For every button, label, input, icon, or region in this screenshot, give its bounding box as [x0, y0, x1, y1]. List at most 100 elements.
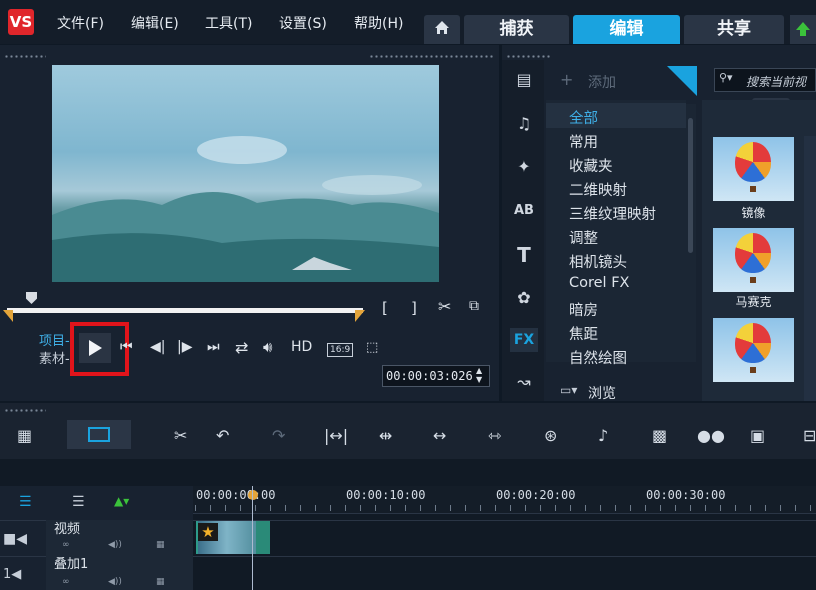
- category-item[interactable]: 暗房: [569, 299, 598, 320]
- timecode-stepper[interactable]: ▲ ▼: [476, 366, 482, 384]
- hd-preview-button[interactable]: HD: [291, 339, 312, 355]
- chapter-marker-icon[interactable]: ▲▾: [114, 494, 129, 508]
- category-scroll-thumb[interactable]: [688, 118, 693, 253]
- timeline-grip[interactable]: [4, 409, 46, 412]
- undo-icon[interactable]: ↶: [216, 426, 229, 445]
- resize-clip-icon[interactable]: ⇿: [488, 426, 501, 445]
- multicam-icon[interactable]: ●●: [697, 426, 725, 445]
- add-icon[interactable]: +: [560, 70, 573, 89]
- browse-icon[interactable]: ▭▾: [560, 383, 577, 397]
- add-track-icon[interactable]: ☰: [72, 494, 85, 510]
- ruler-label: 00:00:00:00: [196, 488, 276, 502]
- panel-grip[interactable]: [4, 55, 46, 58]
- menu-help[interactable]: 帮助(H): [354, 13, 403, 33]
- more-icon[interactable]: ⊟: [803, 426, 816, 445]
- playhead-handle[interactable]: [248, 490, 258, 500]
- record-icon[interactable]: ⊛: [544, 426, 557, 445]
- category-item[interactable]: 焦距: [569, 323, 598, 344]
- search-input[interactable]: 搜索当前视: [746, 73, 806, 90]
- category-item[interactable]: 二维映射: [569, 179, 627, 200]
- category-item[interactable]: 常用: [569, 131, 598, 152]
- grid-icon[interactable]: ▦: [156, 540, 165, 550]
- menu-tools[interactable]: 工具(T): [205, 13, 252, 33]
- fit-icon[interactable]: |↔|: [324, 426, 348, 445]
- ruler-ticks: [195, 505, 816, 511]
- category-list: [546, 100, 686, 362]
- menu-settings[interactable]: 设置(S): [279, 13, 327, 33]
- track-audio-icon[interactable]: ◀)): [108, 540, 122, 550]
- prev-frame-icon[interactable]: ◀|: [150, 339, 165, 355]
- overlay-track-icon: 1◀: [3, 567, 22, 582]
- repeat-icon[interactable]: ⇄: [235, 338, 248, 357]
- video-track-label[interactable]: 视频: [54, 518, 80, 537]
- fx-filter-icon[interactable]: FX: [510, 328, 538, 352]
- menu-edit[interactable]: 编辑(E): [131, 13, 179, 33]
- category-item[interactable]: 全部: [569, 107, 598, 128]
- home-button[interactable]: [424, 15, 460, 44]
- category-selected: [546, 103, 686, 128]
- storyboard-view-icon[interactable]: ▦: [17, 426, 32, 445]
- category-item[interactable]: 三维纹理映射: [569, 203, 656, 224]
- timecode-field[interactable]: 00:00:03:026: [382, 365, 490, 387]
- effect-thumb-mosaic[interactable]: [713, 228, 794, 292]
- filmstrip-edit-icon[interactable]: ▩: [652, 426, 667, 445]
- resize-icon[interactable]: ⬚: [366, 340, 378, 355]
- category-item[interactable]: 收藏夹: [569, 155, 613, 176]
- enlarge-icon[interactable]: ⧉: [469, 298, 479, 314]
- timeline-view-icon: [88, 427, 110, 442]
- ruler-label: 00:00:20:00: [496, 488, 576, 502]
- add-button-label[interactable]: 添加: [588, 72, 616, 92]
- track-audio-icon[interactable]: ◀)): [108, 577, 122, 587]
- preview-frame: [52, 136, 439, 282]
- upload-button[interactable]: [790, 15, 816, 44]
- app-logo: VS: [8, 9, 34, 35]
- overlay-track-label[interactable]: 叠加1: [54, 553, 88, 572]
- search-icon: ⚲▾: [719, 71, 733, 84]
- next-frame-icon[interactable]: |▶: [177, 339, 192, 355]
- audio-mixer-icon[interactable]: ♪: [598, 426, 608, 445]
- track-manager-icon[interactable]: ☰: [19, 494, 32, 510]
- category-item[interactable]: 自然绘图: [569, 347, 627, 368]
- category-item[interactable]: 调整: [569, 227, 598, 248]
- fit-window-icon[interactable]: ⇹: [379, 426, 392, 445]
- transition-icon[interactable]: ✦: [510, 155, 538, 179]
- effect-thumb-mirror[interactable]: [713, 137, 794, 201]
- text-icon[interactable]: T: [510, 243, 538, 267]
- playhead-line: [252, 486, 253, 590]
- tools-icon[interactable]: ✂: [174, 426, 187, 445]
- clip-mode-label[interactable]: 素材-: [39, 348, 70, 367]
- subtitle-icon[interactable]: ▣: [750, 426, 765, 445]
- tab-capture[interactable]: 捕获: [464, 15, 569, 44]
- upload-arrow-icon: [796, 22, 810, 36]
- link-icon[interactable]: ∞: [62, 577, 70, 587]
- mark-out-button[interactable]: ]: [411, 299, 417, 317]
- tab-edit[interactable]: 编辑: [573, 15, 680, 44]
- scrubber-track[interactable]: [7, 308, 363, 313]
- ruler-label: 00:00:10:00: [346, 488, 426, 502]
- browse-button[interactable]: 浏览: [588, 383, 616, 403]
- split-icon[interactable]: ↔: [433, 426, 446, 445]
- music-icon[interactable]: ♫: [510, 112, 538, 136]
- motion-path-icon[interactable]: ↝: [510, 370, 538, 394]
- graphics-icon[interactable]: ✿: [510, 286, 538, 310]
- volume-icon[interactable]: 🔊︎: [263, 338, 272, 356]
- preview-window[interactable]: [52, 65, 439, 282]
- scissors-icon[interactable]: ✂: [438, 297, 451, 316]
- project-mode-label[interactable]: 项目-: [39, 330, 70, 349]
- home-start-icon[interactable]: ⏮: [120, 339, 133, 355]
- menu-file[interactable]: 文件(F): [57, 13, 104, 33]
- category-item[interactable]: 相机镜头: [569, 251, 627, 272]
- redo-icon[interactable]: ↷: [272, 426, 285, 445]
- ruler-label: 00:00:30:00: [646, 488, 726, 502]
- category-item[interactable]: Corel FX: [569, 275, 629, 291]
- library-grip: [506, 55, 552, 58]
- aspect-ratio-button[interactable]: 16:9: [327, 343, 354, 357]
- tab-share[interactable]: 共享: [684, 15, 784, 44]
- effect-thumb-3[interactable]: [713, 318, 794, 382]
- link-icon[interactable]: ∞: [62, 540, 70, 550]
- mark-in-button[interactable]: [: [382, 299, 388, 317]
- title-ab-icon[interactable]: AB: [510, 199, 538, 223]
- grid-icon[interactable]: ▦: [156, 577, 165, 587]
- media-icon[interactable]: ▤: [510, 68, 538, 92]
- end-icon[interactable]: ⏭: [207, 339, 220, 355]
